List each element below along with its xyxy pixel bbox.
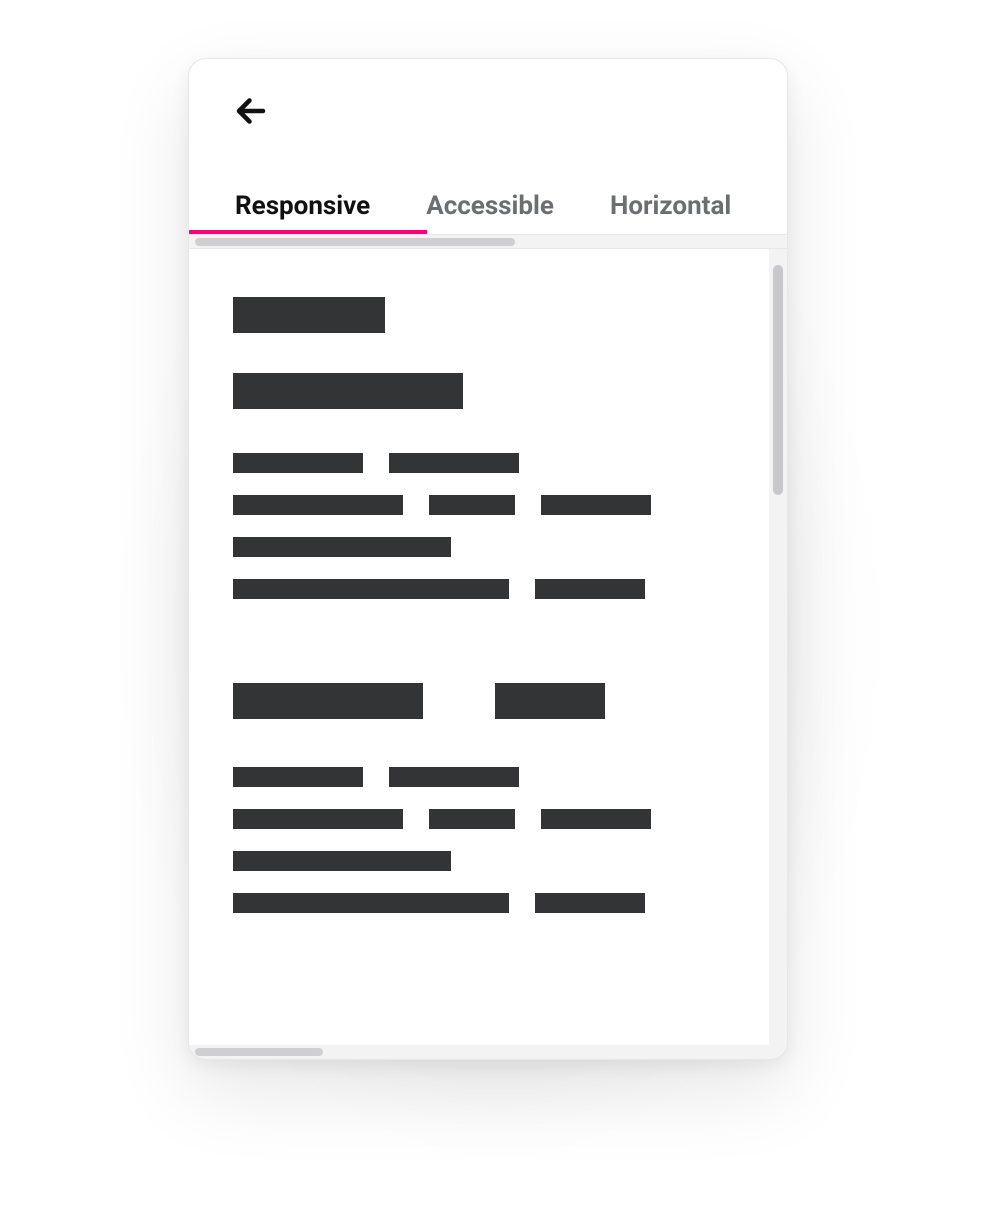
skeleton-block — [429, 809, 515, 829]
tab-accessible[interactable]: Accessible — [426, 191, 554, 221]
skeleton-block — [495, 683, 605, 719]
skeleton-block — [233, 453, 363, 473]
skeleton-block — [535, 579, 645, 599]
tab-horizontal[interactable]: Horizontal — [610, 191, 731, 221]
content-panel — [189, 249, 769, 1045]
skeleton-block — [233, 809, 403, 829]
content-horizontal-scrollbar[interactable] — [189, 1045, 787, 1059]
skeleton-block — [233, 893, 509, 913]
tab-row: Responsive Accessible Horizontal — [189, 177, 787, 235]
skeleton-block — [233, 373, 463, 409]
device-header — [189, 59, 787, 177]
skeleton-block — [233, 579, 509, 599]
skeleton-block — [233, 767, 363, 787]
skeleton-block — [541, 809, 651, 829]
skeleton-block — [429, 495, 515, 515]
skeleton-block — [535, 893, 645, 913]
skeleton-block — [541, 495, 651, 515]
tab-responsive[interactable]: Responsive — [235, 191, 370, 221]
skeleton-block — [233, 537, 451, 557]
tab-horizontal-scrollbar-thumb[interactable] — [195, 238, 515, 246]
skeleton-block — [389, 453, 519, 473]
skeleton-block — [389, 767, 519, 787]
skeleton-block — [233, 297, 385, 333]
back-arrow-icon[interactable] — [233, 93, 269, 129]
tab-horizontal-scrollbar[interactable] — [189, 235, 787, 249]
device-frame: Responsive Accessible Horizontal — [188, 58, 788, 1060]
active-tab-indicator — [189, 230, 427, 234]
skeleton-block — [233, 683, 423, 719]
skeleton-block — [233, 495, 403, 515]
content-horizontal-scrollbar-thumb[interactable] — [195, 1048, 323, 1056]
content-vertical-scrollbar[interactable] — [769, 249, 787, 1045]
content-vertical-scrollbar-thumb[interactable] — [773, 265, 783, 495]
skeleton-block — [233, 851, 451, 871]
